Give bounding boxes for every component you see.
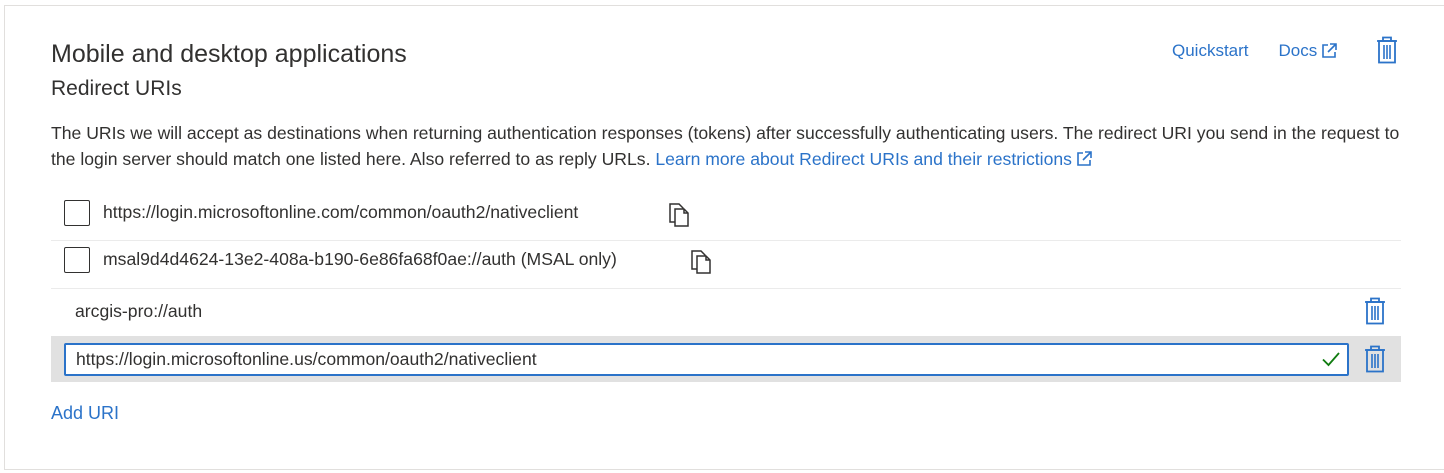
- redirect-uri-input[interactable]: [64, 343, 1349, 376]
- checkmark-icon: [1322, 352, 1340, 367]
- learn-more-link[interactable]: Learn more about Redirect URIs and their…: [655, 149, 1094, 169]
- suggested-uri-row: https://login.microsoftonline.com/common…: [51, 188, 1401, 241]
- suggested-uri-row: msal9d4d4624-13e2-408a-b190-6e86fa68f0ae…: [51, 241, 1401, 289]
- suggested-uri-label: msal9d4d4624-13e2-408a-b190-6e86fa68f0ae…: [103, 249, 617, 269]
- external-link-icon: [1077, 151, 1092, 166]
- docs-link[interactable]: Docs: [1279, 41, 1340, 61]
- section-description: The URIs we will accept as destinations …: [51, 120, 1411, 172]
- delete-uri-trash-icon[interactable]: [1364, 345, 1386, 373]
- delete-platform-trash-icon[interactable]: [1376, 36, 1398, 64]
- quickstart-link[interactable]: Quickstart: [1172, 41, 1249, 61]
- external-link-icon: [1322, 43, 1338, 58]
- suggested-uri-checkbox[interactable]: [64, 200, 90, 226]
- header-links: Quickstart Docs: [1172, 36, 1339, 66]
- suggested-uri-label: https://login.microsoftonline.com/common…: [103, 202, 579, 222]
- learn-more-label: Learn more about Redirect URIs and their…: [655, 149, 1072, 169]
- custom-uri-row: arcgis-pro://auth: [51, 289, 1401, 336]
- editing-uri-row: [51, 336, 1401, 382]
- copy-icon[interactable]: [688, 249, 714, 275]
- suggested-uri-checkbox[interactable]: [64, 247, 90, 273]
- copy-icon[interactable]: [666, 202, 692, 228]
- section-subtitle: Redirect URIs: [51, 77, 182, 100]
- custom-uri-value[interactable]: arcgis-pro://auth: [75, 301, 202, 322]
- add-uri-link[interactable]: Add URI: [51, 403, 119, 424]
- docs-link-label: Docs: [1278, 41, 1318, 60]
- delete-uri-trash-icon[interactable]: [1364, 297, 1386, 325]
- platform-title: Mobile and desktop applications: [51, 40, 407, 68]
